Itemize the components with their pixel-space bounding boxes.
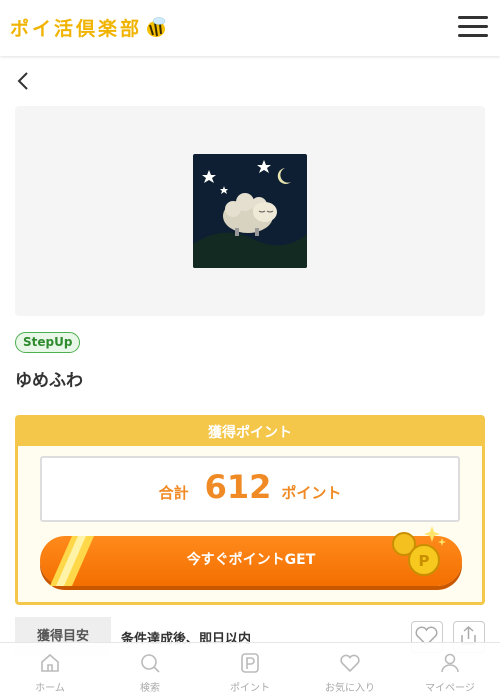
bee-logo-icon: [147, 16, 166, 37]
total-points: 合計 612 ポイント: [40, 456, 460, 522]
points-panel: 獲得ポイント 合計 612 ポイント 今すぐポイントGET P: [15, 415, 485, 605]
chevron-left-icon[interactable]: [14, 70, 36, 92]
tab-home-label: ホーム: [35, 683, 65, 694]
home-icon: [41, 653, 59, 672]
tab-points[interactable]: ポイント: [200, 643, 300, 700]
campaign-title: ゆめふわ: [15, 371, 83, 391]
search-icon: [141, 654, 160, 673]
total-label: 合計: [158, 484, 189, 502]
points-heading: 獲得ポイント: [18, 418, 482, 446]
campaign-thumbnail: [193, 154, 307, 268]
tab-search-label: 検索: [140, 683, 160, 694]
hamburger-menu-icon[interactable]: [458, 14, 488, 40]
heart-icon: [340, 654, 360, 673]
tab-favorites-label: お気に入り: [325, 683, 375, 694]
tab-home[interactable]: ホーム: [0, 643, 100, 700]
bottom-tab-bar: ホーム 検索 ポイント お気に入り マイページ: [0, 642, 500, 700]
logo-text: ポイ活倶楽部: [10, 18, 143, 40]
campaign-image-area: [15, 106, 485, 316]
tab-search[interactable]: 検索: [100, 643, 200, 700]
point-icon: [241, 653, 259, 673]
total-value: 612: [204, 468, 272, 506]
stepup-badge: StepUp: [15, 332, 81, 353]
app-header: ポイ活倶楽部: [0, 0, 500, 56]
total-unit: ポイント: [281, 484, 342, 502]
tab-mypage-label: マイページ: [425, 683, 475, 694]
tab-mypage[interactable]: マイページ: [400, 643, 500, 700]
tab-points-label: ポイント: [230, 683, 270, 694]
tab-favorites[interactable]: お気に入り: [300, 643, 400, 700]
user-icon: [441, 653, 459, 673]
get-points-button[interactable]: 今すぐポイントGET P: [40, 526, 462, 586]
coins-icon: P: [392, 526, 446, 576]
site-logo[interactable]: ポイ活倶楽部: [10, 14, 168, 41]
svg-text:P: P: [419, 552, 430, 570]
